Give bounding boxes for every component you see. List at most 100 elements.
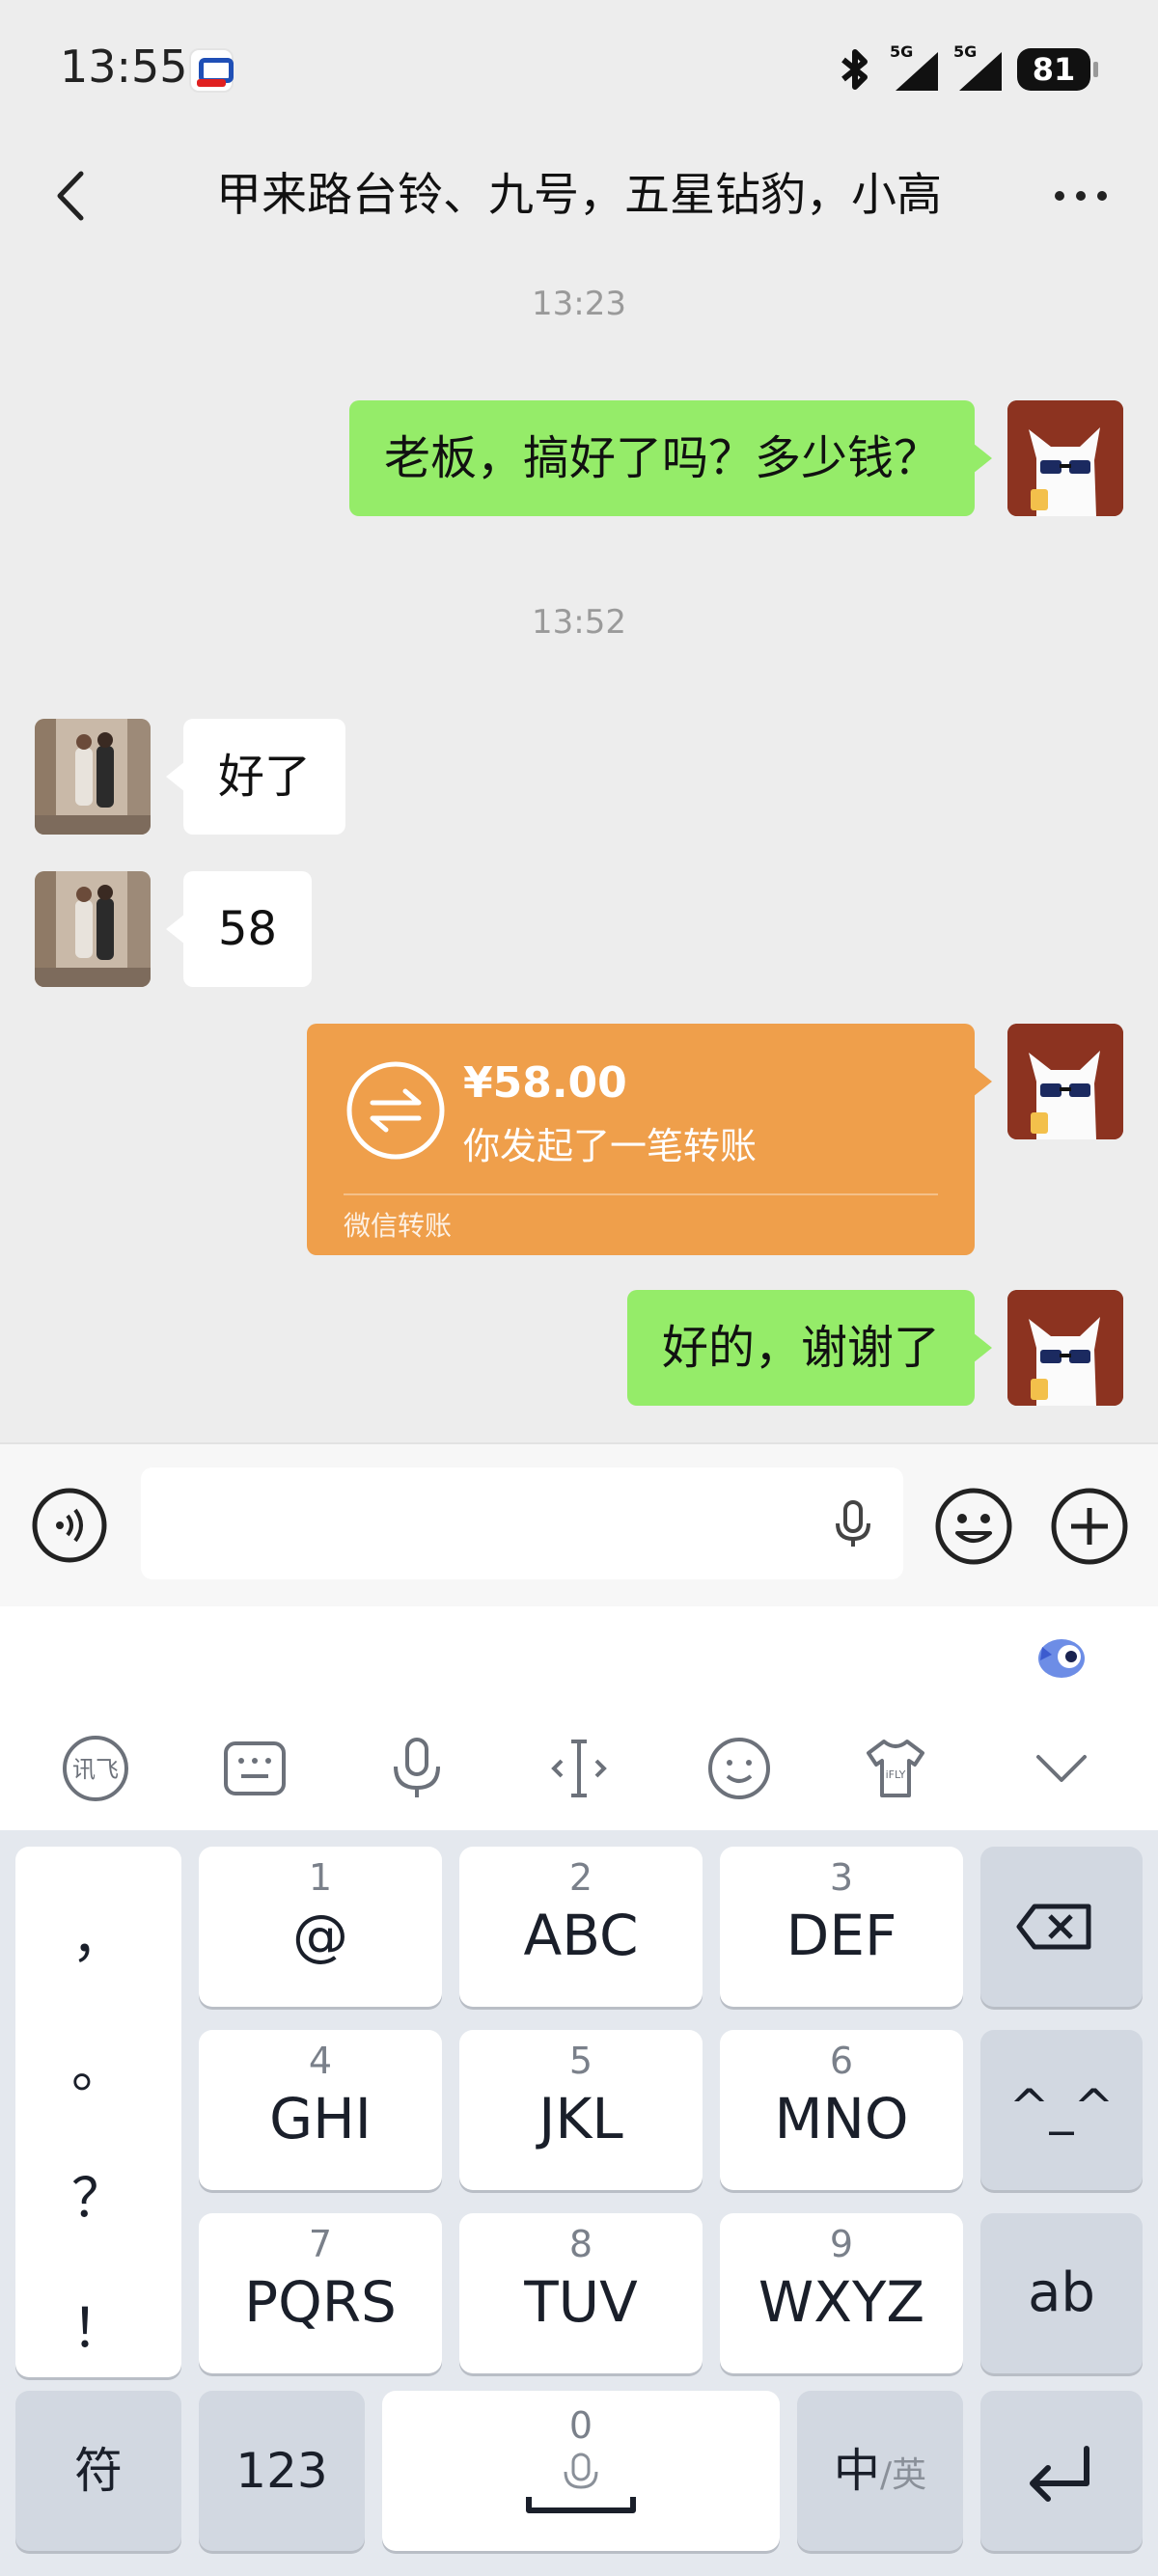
status-bar: 13:55 5G 5G 81 xyxy=(0,0,1158,135)
keyboard-toolbar-area: 讯飞 iFLY xyxy=(0,1606,1158,1830)
collapse-chevron-icon[interactable] xyxy=(1027,1734,1096,1803)
avatar-contact[interactable] xyxy=(35,871,151,987)
key-question[interactable]: ？ xyxy=(15,2155,181,2233)
chat-header: 甲来路台铃、九号，五星钻豹，小高 xyxy=(0,135,1158,256)
status-icons: 5G 5G 81 xyxy=(836,42,1098,91)
numeric-key[interactable]: 123 xyxy=(199,2391,365,2551)
timestamp: 13:52 xyxy=(532,603,626,642)
cat-avatar-icon xyxy=(1007,400,1123,516)
signal-icon: 5G xyxy=(953,42,1002,91)
key-number: 5 xyxy=(568,2040,593,2082)
avatar-self[interactable] xyxy=(1007,1024,1123,1139)
emoji-icon[interactable] xyxy=(704,1734,774,1803)
key-letters: PQRS xyxy=(244,2269,397,2335)
message-bubble-received[interactable]: 好了 xyxy=(165,719,346,835)
space-mic-icon xyxy=(526,2453,636,2513)
microphone-icon[interactable] xyxy=(382,1734,452,1803)
key-4[interactable]: 4 GHI xyxy=(199,2030,442,2190)
keyboard-icon[interactable] xyxy=(220,1734,290,1803)
key-letters: @ xyxy=(292,1903,348,1968)
bluetooth-icon xyxy=(841,49,868,90)
key-number: 8 xyxy=(568,2223,593,2265)
key-8[interactable]: 8 TUV xyxy=(459,2213,703,2373)
punctuation-column[interactable]: ， 。 ？ ！ xyxy=(15,1847,181,2377)
ab-key[interactable]: ab xyxy=(980,2213,1143,2373)
ifly-mascot-icon[interactable] xyxy=(1033,1628,1090,1685)
theme-shirt-icon[interactable]: iFLY xyxy=(861,1734,930,1803)
key-number: 2 xyxy=(568,1856,593,1899)
key-6[interactable]: 6 MNO xyxy=(720,2030,963,2190)
input-bar xyxy=(0,1442,1158,1606)
language-switch-key[interactable]: 中/英 xyxy=(797,2391,963,2551)
key-letters: WXYZ xyxy=(758,2269,925,2335)
notification-app-icon xyxy=(189,48,234,93)
key-letters: JKL xyxy=(538,2086,623,2151)
lang-en-label: /英 xyxy=(879,2455,927,2495)
t9-keyboard: ， 。 ？ ！ 1 @ 2 ABC 3 DEF 4 GHI 5 JKL 6 MN… xyxy=(0,1830,1158,2576)
ifly-logo-icon[interactable]: 讯飞 xyxy=(61,1734,130,1803)
key-number: 6 xyxy=(829,2040,854,2082)
chat-title[interactable]: 甲来路台铃、九号，五星钻豹，小高 xyxy=(145,162,1013,230)
space-key[interactable]: 0 xyxy=(382,2391,780,2551)
enter-key[interactable] xyxy=(980,2391,1143,2551)
key-number: 1 xyxy=(308,1856,333,1899)
avatar-contact[interactable] xyxy=(35,719,151,835)
backspace-icon xyxy=(1016,1904,1091,1950)
key-letters: MNO xyxy=(774,2086,909,2151)
transfer-card[interactable]: ¥58.00 你发起了一笔转账 微信转账 xyxy=(307,1024,992,1255)
keyboard-toolbar: 讯飞 iFLY xyxy=(0,1713,1158,1819)
lang-zh-label: 中 xyxy=(833,2444,880,2498)
key-letters: TUV xyxy=(524,2269,638,2335)
microphone-icon[interactable] xyxy=(826,1496,880,1550)
key-number: 0 xyxy=(568,2404,593,2447)
cat-avatar-icon xyxy=(1007,1290,1123,1406)
key-letters: DEF xyxy=(786,1903,897,1968)
transfer-arrows-icon xyxy=(346,1061,445,1160)
key-number: 9 xyxy=(829,2223,854,2265)
symbol-key[interactable]: 符 xyxy=(15,2391,181,2551)
avatar-self[interactable] xyxy=(1007,400,1123,516)
transfer-description: 你发起了一笔转账 xyxy=(463,1125,758,1167)
contact-photo-icon xyxy=(35,719,151,835)
cat-avatar-icon xyxy=(1007,1024,1123,1139)
battery-icon: 81 xyxy=(1017,48,1098,91)
backspace-key[interactable] xyxy=(980,1847,1143,2007)
svg-text:iFLY: iFLY xyxy=(886,1768,906,1781)
contact-photo-icon xyxy=(35,871,151,987)
key-exclaim[interactable]: ！ xyxy=(15,2286,181,2364)
key-period[interactable]: 。 xyxy=(15,2025,181,2103)
key-letters: GHI xyxy=(269,2086,372,2151)
divider xyxy=(344,1193,938,1195)
signal-icon: 5G xyxy=(890,42,938,91)
enter-icon xyxy=(1030,2446,1089,2502)
key-5[interactable]: 5 JKL xyxy=(459,2030,703,2190)
chevron-left-icon[interactable] xyxy=(39,162,106,230)
avatar-self[interactable] xyxy=(1007,1290,1123,1406)
key-3[interactable]: 3 DEF xyxy=(720,1847,963,2007)
key-number: 7 xyxy=(308,2223,333,2265)
key-1[interactable]: 1 @ xyxy=(199,1847,442,2007)
transfer-footer: 微信转账 xyxy=(344,1210,453,1242)
message-bubble-received[interactable]: 58 xyxy=(165,871,313,987)
key-number: 3 xyxy=(829,1856,854,1899)
emoji-icon[interactable] xyxy=(934,1487,1013,1566)
key-2[interactable]: 2 ABC xyxy=(459,1847,703,2007)
plus-icon[interactable] xyxy=(1050,1487,1129,1566)
voice-icon[interactable] xyxy=(31,1487,108,1564)
key-7[interactable]: 7 PQRS xyxy=(199,2213,442,2373)
message-input[interactable] xyxy=(141,1467,903,1579)
message-bubble-sent[interactable]: 好的，谢谢了 xyxy=(626,1290,993,1406)
key-9[interactable]: 9 WXYZ xyxy=(720,2213,963,2373)
transfer-amount: ¥58.00 xyxy=(463,1058,627,1108)
message-list[interactable]: 13:23 老板，搞好了吗？多少钱？ 13:52 好了 58 ¥58.00 你发… xyxy=(0,256,1158,1442)
cursor-icon[interactable] xyxy=(544,1734,614,1803)
status-time: 13:55 xyxy=(60,41,188,93)
emoticon-key[interactable]: ^_^ xyxy=(980,2030,1143,2190)
key-number: 4 xyxy=(308,2040,333,2082)
timestamp: 13:23 xyxy=(532,285,626,323)
key-letters: ABC xyxy=(523,1903,639,1968)
key-comma[interactable]: ， xyxy=(15,1895,181,1973)
message-bubble-sent[interactable]: 老板，搞好了吗？多少钱？ xyxy=(348,400,993,516)
more-dots-icon[interactable] xyxy=(1042,162,1119,230)
svg-text:讯飞: 讯飞 xyxy=(72,1756,119,1783)
